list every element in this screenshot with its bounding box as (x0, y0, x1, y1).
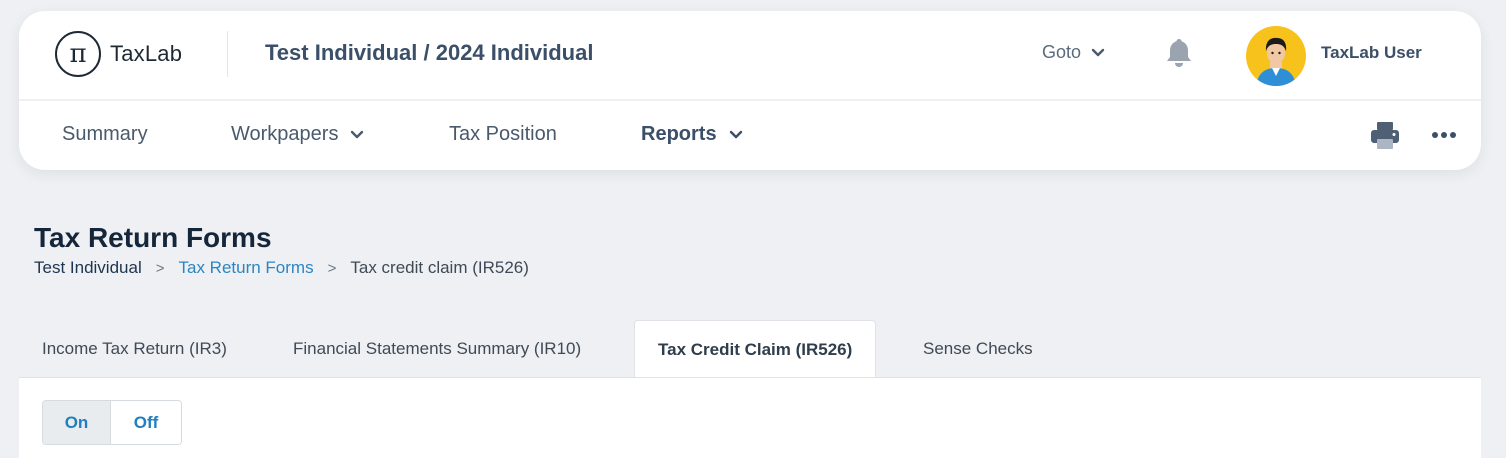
logo[interactable]: π TaxLab (55, 31, 182, 77)
bell-icon[interactable] (1165, 37, 1193, 69)
user-avatar-icon (1256, 37, 1296, 86)
nav-tax-position-label: Tax Position (449, 123, 557, 145)
top-bar: π TaxLab Test Individual / 2024 Individu… (19, 11, 1481, 99)
tab-ir526[interactable]: Tax Credit Claim (IR526) (634, 320, 877, 378)
nav-reports-label: Reports (641, 123, 717, 145)
goto-dropdown[interactable]: Goto (1042, 42, 1105, 63)
breadcrumb-item-client[interactable]: Test Individual (34, 258, 142, 278)
breadcrumb-item-forms[interactable]: Tax Return Forms (179, 258, 314, 278)
more-options-icon[interactable] (1431, 131, 1457, 139)
on-off-toggle: On Off (42, 400, 182, 445)
form-tabs: Income Tax Return (IR3) Financial Statem… (19, 320, 1481, 378)
toggle-off-button[interactable]: Off (111, 401, 181, 444)
main-nav: Summary Workpapers Tax Position Reports (19, 101, 1481, 170)
tab-content: On Off (19, 377, 1481, 458)
tab-sense-checks[interactable]: Sense Checks (900, 320, 1056, 377)
nav-workpapers-label: Workpapers (231, 123, 339, 145)
breadcrumb-item-current: Tax credit claim (IR526) (350, 258, 529, 277)
avatar[interactable] (1246, 26, 1306, 86)
nav-summary[interactable]: Summary (62, 123, 148, 146)
breadcrumb: Test Individual > Tax Return Forms > Tax… (34, 258, 529, 278)
nav-tax-position[interactable]: Tax Position (449, 123, 557, 146)
nav-reports[interactable]: Reports (641, 123, 743, 146)
logo-text: TaxLab (110, 41, 183, 66)
nav-workpapers[interactable]: Workpapers (231, 123, 364, 146)
user-name[interactable]: TaxLab User (1321, 43, 1422, 63)
nav-summary-label: Summary (62, 123, 148, 145)
chevron-down-icon (351, 130, 364, 138)
chevron-down-icon (729, 130, 742, 138)
header-card: π TaxLab Test Individual / 2024 Individu… (19, 11, 1481, 170)
print-icon[interactable] (1369, 119, 1401, 151)
toggle-on-button[interactable]: On (43, 401, 111, 444)
goto-label: Goto (1042, 42, 1082, 62)
page-title: Tax Return Forms (34, 222, 272, 253)
breadcrumb-separator: > (327, 259, 337, 277)
tab-ir10[interactable]: Financial Statements Summary (IR10) (270, 320, 604, 377)
pi-logo-icon: π (55, 31, 101, 77)
tab-ir3[interactable]: Income Tax Return (IR3) (19, 320, 250, 377)
logo-divider (227, 31, 228, 77)
chevron-down-icon (1091, 48, 1105, 56)
context-title: Test Individual / 2024 Individual (265, 40, 594, 65)
breadcrumb-separator: > (155, 259, 165, 277)
